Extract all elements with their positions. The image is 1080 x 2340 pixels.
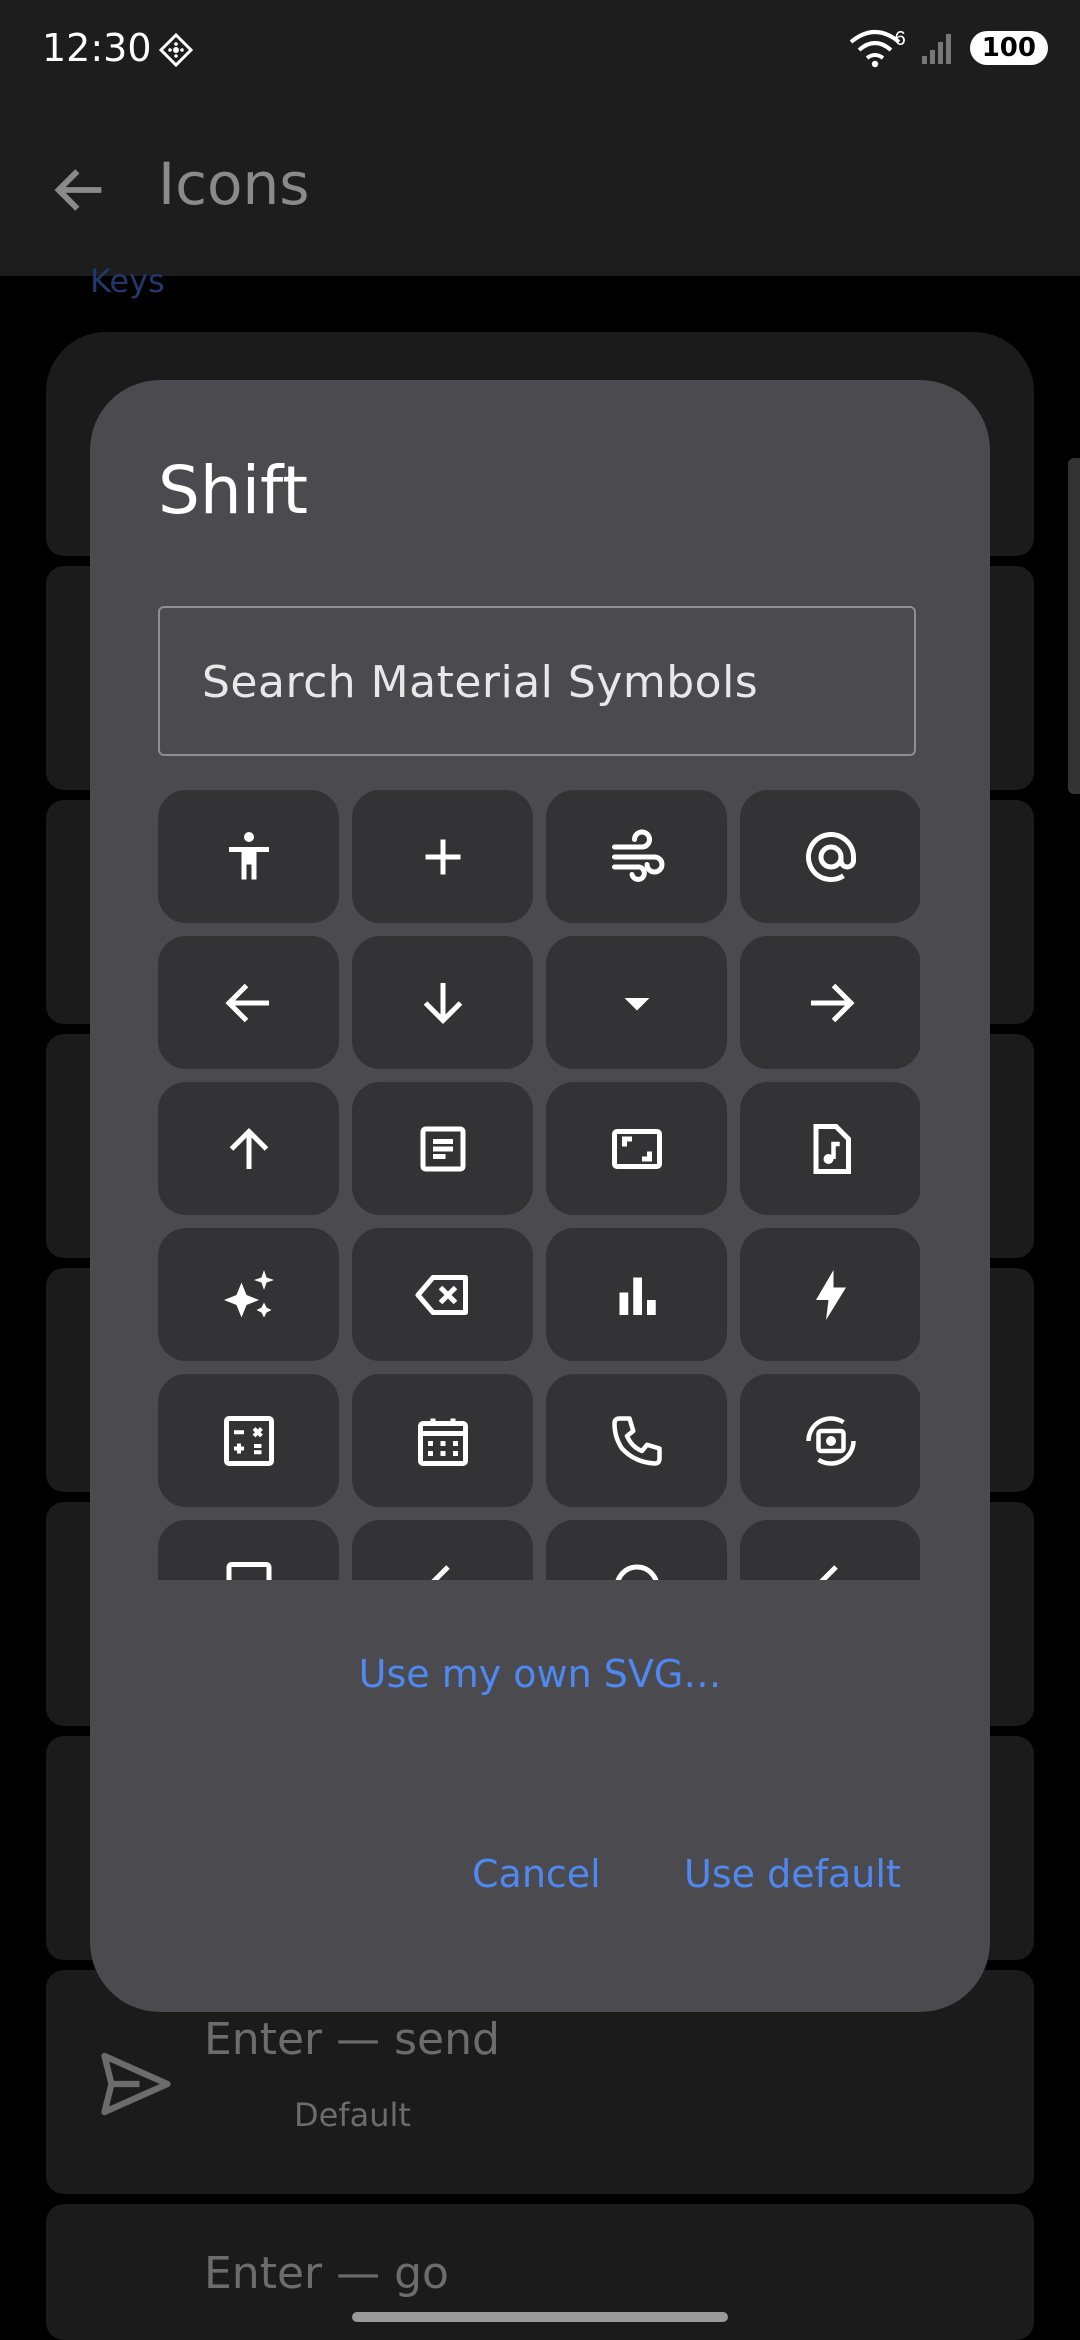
- arrow-upward-icon: [229, 1127, 268, 1169]
- signal-icon: [921, 34, 951, 64]
- send-icon: [101, 2052, 171, 2116]
- icon-option[interactable]: [158, 1520, 339, 1580]
- partial-icon-3: [614, 1564, 659, 1580]
- icon-option[interactable]: [352, 1520, 533, 1580]
- status-time: 12:30: [42, 26, 152, 70]
- icon-option[interactable]: [352, 790, 533, 923]
- icon-option[interactable]: [158, 790, 339, 923]
- partial-icon-2: [430, 1564, 450, 1580]
- audio-file-icon: [813, 1123, 851, 1174]
- bar-chart-icon: [619, 1277, 656, 1315]
- icon-picker-dialog: Shift Search Material Symbols Use my own…: [90, 380, 990, 2012]
- article-icon: [420, 1126, 465, 1171]
- icon-option[interactable]: [158, 1228, 339, 1361]
- icon-option[interactable]: [740, 936, 920, 1069]
- arrow-forward-icon: [810, 983, 855, 1022]
- row-title: Enter — send: [204, 2014, 500, 2065]
- icon-option[interactable]: [546, 1374, 727, 1507]
- search-input[interactable]: [200, 608, 894, 756]
- bolt-icon: [815, 1269, 846, 1320]
- icon-option[interactable]: [158, 1374, 339, 1507]
- add-icon: [425, 839, 460, 874]
- icon-option[interactable]: [352, 1228, 533, 1361]
- icon-option[interactable]: [352, 936, 533, 1069]
- page-title: Icons: [158, 150, 310, 218]
- icon-option[interactable]: [546, 1228, 727, 1361]
- arrow-back-icon[interactable]: [48, 158, 112, 222]
- icon-option[interactable]: [546, 1520, 727, 1580]
- home-indicator[interactable]: [352, 2312, 728, 2322]
- icon-option[interactable]: [352, 1082, 533, 1215]
- search-field[interactable]: [158, 606, 916, 756]
- icon-option[interactable]: [740, 1374, 920, 1507]
- icon-option[interactable]: [158, 936, 339, 1069]
- arrow-downward-icon: [423, 982, 462, 1024]
- arrow-back-icon: [224, 983, 269, 1022]
- row-title: Enter — go: [204, 2248, 449, 2299]
- icon-option[interactable]: [546, 936, 727, 1069]
- icon-grid-scroll[interactable]: [158, 790, 920, 1580]
- icon-option[interactable]: [740, 1228, 920, 1361]
- cancel-button[interactable]: Cancel: [472, 1852, 601, 1896]
- arrow-drop-down-icon: [624, 997, 649, 1010]
- partial-icon-4: [818, 1564, 838, 1580]
- calculate-icon: [223, 1415, 274, 1466]
- alternate-email-icon: [805, 831, 856, 882]
- status-bar: 12:30 6 100: [0, 0, 1080, 100]
- section-label-keys: Keys: [90, 262, 165, 300]
- call-icon: [611, 1415, 662, 1466]
- developer-mode-icon: [158, 32, 194, 68]
- battery-indicator: 100: [969, 31, 1048, 65]
- icon-option[interactable]: [740, 790, 920, 923]
- icon-grid: [158, 790, 920, 1580]
- icon-option[interactable]: [740, 1082, 920, 1215]
- icon-option[interactable]: [158, 1082, 339, 1215]
- aspect-ratio-icon: [611, 1128, 662, 1169]
- backspace-icon: [415, 1274, 468, 1315]
- wifi-badge: 6: [894, 27, 906, 50]
- app-bar: Icons: [0, 100, 1080, 276]
- dialog-title: Shift: [158, 452, 309, 529]
- partial-icon-1: [226, 1561, 271, 1580]
- air-icon: [611, 829, 664, 882]
- wifi-icon: [849, 30, 900, 68]
- auto-awesome-icon: [223, 1269, 274, 1317]
- icon-option[interactable]: [352, 1374, 533, 1507]
- icon-option[interactable]: [546, 790, 727, 923]
- cameraswitch-icon: [805, 1415, 856, 1466]
- calendar-month-icon: [417, 1418, 468, 1466]
- use-own-svg-button[interactable]: Use my own SVG…: [90, 1652, 990, 1696]
- scrollbar: [1068, 458, 1080, 794]
- icon-option[interactable]: [546, 1082, 727, 1215]
- row-subtitle: Default: [294, 2096, 411, 2134]
- accessibility-icon: [228, 831, 269, 879]
- use-default-button[interactable]: Use default: [684, 1852, 901, 1896]
- icon-option[interactable]: [740, 1520, 920, 1580]
